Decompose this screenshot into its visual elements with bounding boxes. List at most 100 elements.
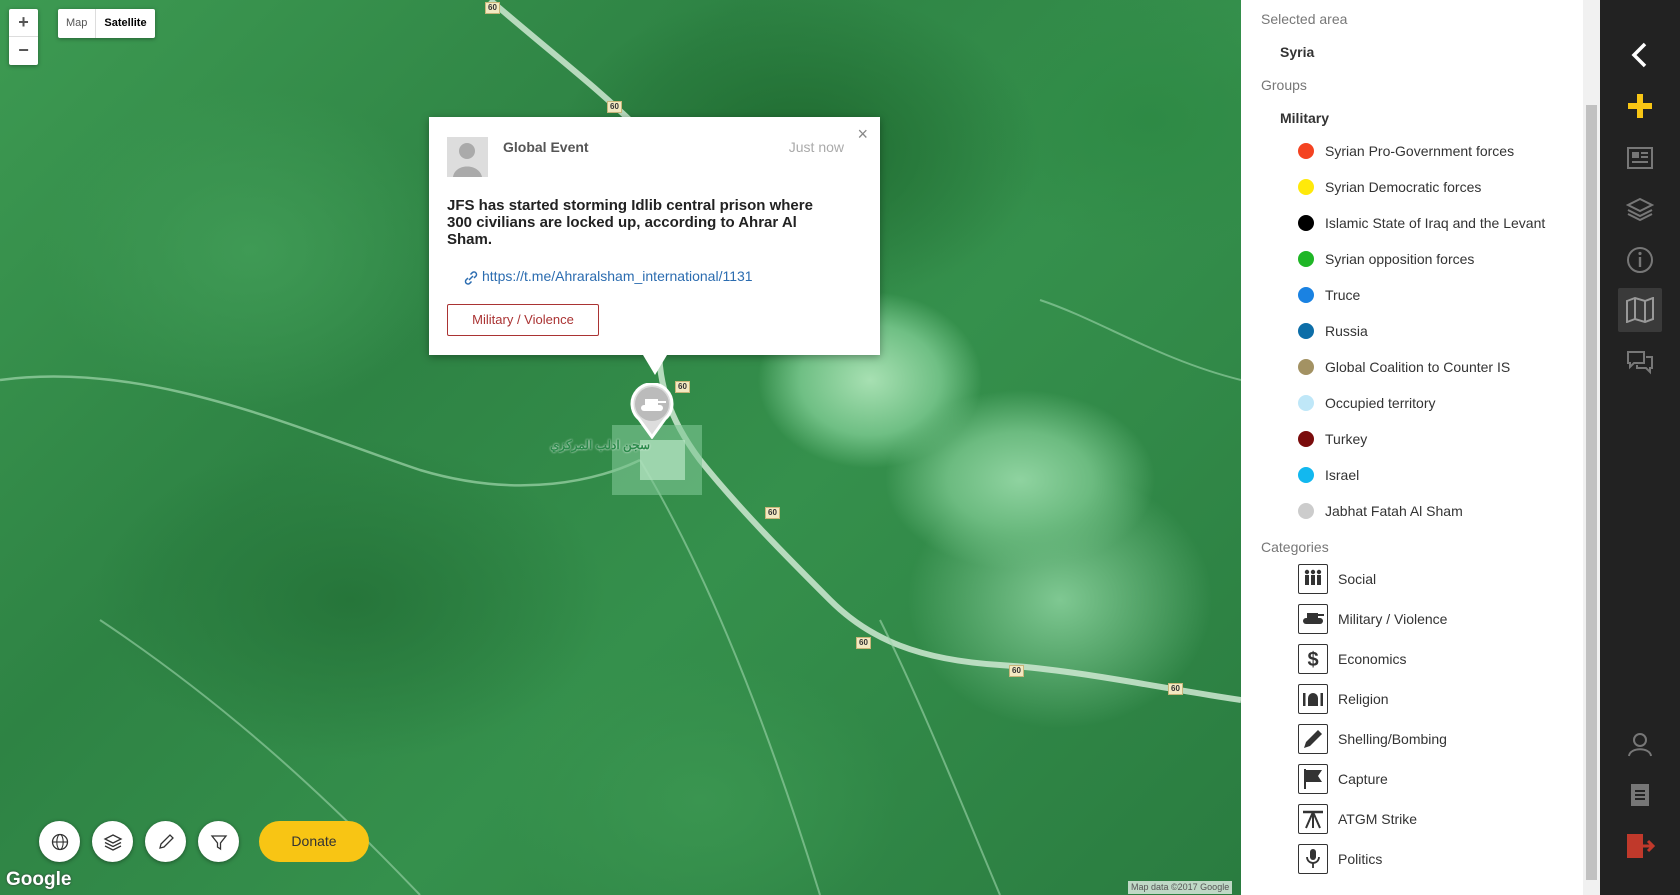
event-marker[interactable]: [629, 382, 675, 440]
svg-text:$: $: [1307, 649, 1318, 671]
group-item[interactable]: Syrian Pro-Government forces: [1298, 141, 1514, 161]
donate-button[interactable]: Donate: [259, 821, 369, 862]
group-label: Islamic State of Iraq and the Levant: [1325, 215, 1546, 231]
group-label: Occupied territory: [1325, 395, 1436, 411]
road-label: 60: [856, 637, 871, 649]
layers-button[interactable]: [92, 821, 133, 862]
category-label: Capture: [1338, 771, 1388, 787]
profile-button[interactable]: [1620, 724, 1660, 764]
category-label: Shelling/Bombing: [1338, 731, 1447, 747]
chevron-left-icon: [1631, 42, 1647, 68]
info-button[interactable]: [1620, 240, 1660, 280]
filter-button[interactable]: [198, 821, 239, 862]
news-button[interactable]: [1620, 138, 1660, 178]
group-color-dot: [1298, 395, 1314, 411]
group-color-dot: [1298, 359, 1314, 375]
chat-button[interactable]: [1620, 342, 1660, 382]
group-label: Global Coalition to Counter IS: [1325, 359, 1511, 375]
group-color-dot: [1298, 251, 1314, 267]
road-label: 60: [485, 2, 500, 14]
group-item[interactable]: Turkey: [1298, 429, 1367, 449]
mosque-icon: [1298, 684, 1328, 714]
map-type-satellite-button[interactable]: Satellite: [95, 9, 154, 38]
group-color-dot: [1298, 503, 1314, 519]
group-color-dot: [1298, 323, 1314, 339]
category-item[interactable]: $ Economics: [1298, 644, 1406, 674]
plus-icon: [1628, 94, 1652, 118]
group-item[interactable]: Russia: [1298, 321, 1368, 341]
group-item[interactable]: Jabhat Fatah Al Sham: [1298, 501, 1463, 521]
group-color-dot: [1298, 467, 1314, 483]
map-attribution[interactable]: Map data ©2017 Google: [1128, 881, 1233, 894]
missile-icon: [1298, 724, 1328, 754]
group-color-dot: [1298, 143, 1314, 159]
group-color-dot: [1298, 287, 1314, 303]
globe-button[interactable]: [39, 821, 80, 862]
document-icon: [1631, 784, 1649, 806]
category-label: ATGM Strike: [1338, 811, 1418, 827]
group-item[interactable]: Global Coalition to Counter IS: [1298, 357, 1510, 377]
add-event-button[interactable]: [1620, 86, 1660, 126]
flag-icon: [1298, 764, 1328, 794]
link-icon: [464, 271, 478, 285]
groups-subtitle[interactable]: Military: [1280, 110, 1329, 126]
layers-rail-button[interactable]: [1620, 189, 1660, 229]
category-item[interactable]: Capture: [1298, 764, 1388, 794]
zoom-control: + −: [9, 9, 38, 65]
group-item[interactable]: Syrian Democratic forces: [1298, 177, 1481, 197]
dollar-icon: $: [1298, 644, 1328, 674]
layers-icon: [103, 833, 122, 851]
logout-button[interactable]: [1620, 826, 1660, 866]
map-legend-button[interactable]: [1618, 288, 1662, 332]
group-label: Syrian Pro-Government forces: [1325, 143, 1515, 159]
group-color-dot: [1298, 215, 1314, 231]
group-color-dot: [1298, 431, 1314, 447]
category-item[interactable]: Social: [1298, 564, 1376, 594]
group-color-dot: [1298, 179, 1314, 195]
map-canvas[interactable]: 60 60 60 60 60 60 60 + − Map Satellite س…: [0, 0, 1241, 895]
filter-sidebar: Selected area Syria Groups Military Syri…: [1241, 0, 1600, 895]
popup-source-link[interactable]: https://t.me/Ahraralsham_international/1…: [482, 268, 753, 284]
group-label: Jabhat Fatah Al Sham: [1325, 503, 1463, 519]
road-label: 60: [1009, 665, 1024, 677]
category-label: Military / Violence: [1338, 611, 1448, 627]
place-label: سجن ادلب المركزي: [550, 438, 650, 452]
info-icon: [1627, 247, 1653, 273]
map-type-map-button[interactable]: Map: [58, 9, 95, 38]
zoom-in-button[interactable]: +: [9, 9, 38, 37]
draw-button[interactable]: [145, 821, 186, 862]
category-label: Social: [1338, 571, 1377, 587]
category-item[interactable]: Religion: [1298, 684, 1389, 714]
group-label: Turkey: [1325, 431, 1368, 447]
category-item[interactable]: Politics: [1298, 844, 1382, 874]
category-item[interactable]: Military / Violence: [1298, 604, 1447, 634]
group-item[interactable]: Syrian opposition forces: [1298, 249, 1474, 269]
group-item[interactable]: Occupied territory: [1298, 393, 1435, 413]
category-item[interactable]: Shelling/Bombing: [1298, 724, 1447, 754]
tank-icon: [1298, 604, 1328, 634]
group-label: Israel: [1325, 467, 1360, 483]
selected-area-value[interactable]: Syria: [1280, 44, 1314, 60]
group-item[interactable]: Truce: [1298, 285, 1360, 305]
road-label: 60: [675, 381, 690, 393]
zoom-out-button[interactable]: −: [9, 37, 38, 65]
category-label: Religion: [1338, 691, 1389, 707]
group-item[interactable]: Israel: [1298, 465, 1359, 485]
document-button[interactable]: [1620, 775, 1660, 815]
group-label: Truce: [1325, 287, 1361, 303]
groups-title: Groups: [1261, 77, 1307, 93]
event-popup: Global Event Just now × JFS has started …: [429, 117, 880, 375]
popup-author: Global Event: [503, 139, 589, 155]
globe-icon: [51, 833, 68, 850]
collapse-button[interactable]: [1620, 35, 1660, 75]
category-item[interactable]: ATGM Strike: [1298, 804, 1417, 834]
group-label: Syrian opposition forces: [1325, 251, 1475, 267]
group-item[interactable]: Islamic State of Iraq and the Levant: [1298, 213, 1545, 233]
scrollbar-thumb[interactable]: [1586, 105, 1597, 880]
group-label: Syrian Democratic forces: [1325, 179, 1482, 195]
close-icon[interactable]: ×: [857, 124, 868, 145]
selected-area-title: Selected area: [1261, 11, 1348, 27]
user-icon: [453, 143, 482, 177]
logout-icon: [1627, 834, 1655, 858]
popup-category-button[interactable]: Military / Violence: [447, 304, 599, 336]
